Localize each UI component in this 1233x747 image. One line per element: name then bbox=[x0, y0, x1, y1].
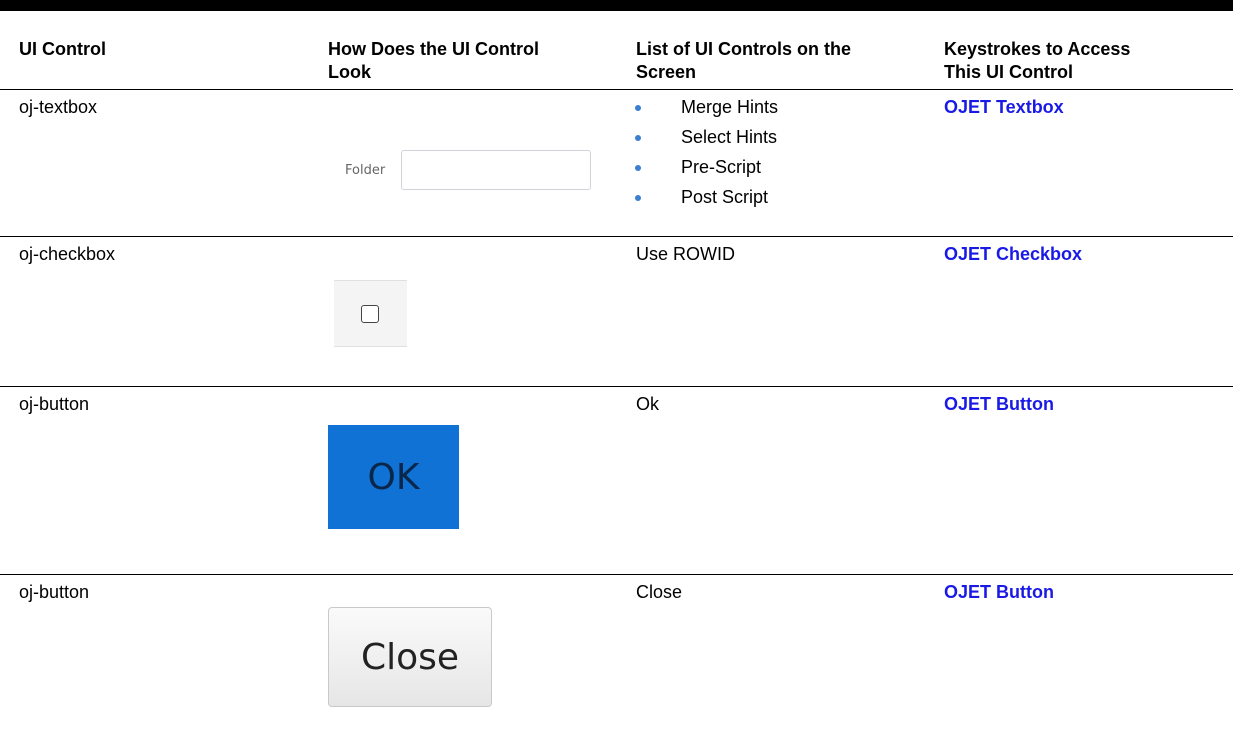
close-button-label: Close bbox=[360, 636, 460, 678]
control-name: oj-checkbox bbox=[19, 244, 116, 264]
bullet-icon bbox=[635, 105, 641, 111]
textbox-preview: Folder bbox=[334, 148, 594, 192]
header-ui-control: UI Control bbox=[19, 39, 106, 59]
header-keystrokes: Keystrokes to Access This UI Control bbox=[944, 39, 1131, 82]
table-row: oj-button Ok OJET Button bbox=[0, 387, 1233, 575]
control-name: oj-button bbox=[19, 394, 90, 414]
header-look: How Does the UI Control Look bbox=[328, 39, 539, 82]
list-item: Select Hints bbox=[635, 126, 778, 156]
bullet-icon bbox=[635, 165, 641, 171]
checkbox[interactable] bbox=[361, 305, 379, 323]
controls-text: Use ROWID bbox=[636, 244, 735, 264]
ui-controls-table: UI Control How Does the UI Control Look … bbox=[0, 11, 1233, 747]
table-row: oj-textbox Merge Hints Select Hints Pre-… bbox=[0, 90, 1233, 237]
table-row: oj-checkbox Use ROWID OJET Checkbox bbox=[0, 237, 1233, 387]
controls-text: Close bbox=[636, 582, 683, 602]
header-list-of-controls: List of UI Controls on the Screen bbox=[636, 39, 851, 82]
table-row: oj-button Close OJET Button bbox=[0, 575, 1233, 747]
ojet-textbox-link[interactable]: OJET Textbox bbox=[944, 96, 1064, 119]
controls-text: Ok bbox=[636, 394, 660, 414]
close-button[interactable]: Close bbox=[328, 607, 492, 707]
ojet-button-link[interactable]: OJET Button bbox=[944, 393, 1054, 416]
bullet-icon bbox=[635, 135, 641, 141]
list-item: Post Script bbox=[635, 186, 778, 216]
folder-input[interactable] bbox=[401, 150, 591, 190]
checkbox-preview bbox=[334, 280, 407, 347]
ojet-button-link[interactable]: OJET Button bbox=[944, 581, 1054, 604]
list-item: Merge Hints bbox=[635, 96, 778, 126]
ojet-checkbox-link[interactable]: OJET Checkbox bbox=[944, 243, 1082, 266]
ok-button-label: OK bbox=[367, 456, 420, 498]
top-rule bbox=[0, 0, 1233, 11]
list-item: Pre-Script bbox=[635, 156, 778, 186]
table-header-row: UI Control How Does the UI Control Look … bbox=[0, 11, 1233, 90]
control-name: oj-textbox bbox=[19, 97, 98, 117]
folder-label: Folder bbox=[345, 163, 386, 178]
control-name: oj-button bbox=[19, 582, 90, 602]
ok-button[interactable]: OK bbox=[328, 425, 459, 529]
bullet-icon bbox=[635, 195, 641, 201]
controls-list: Merge Hints Select Hints Pre-Script Post… bbox=[635, 96, 778, 216]
